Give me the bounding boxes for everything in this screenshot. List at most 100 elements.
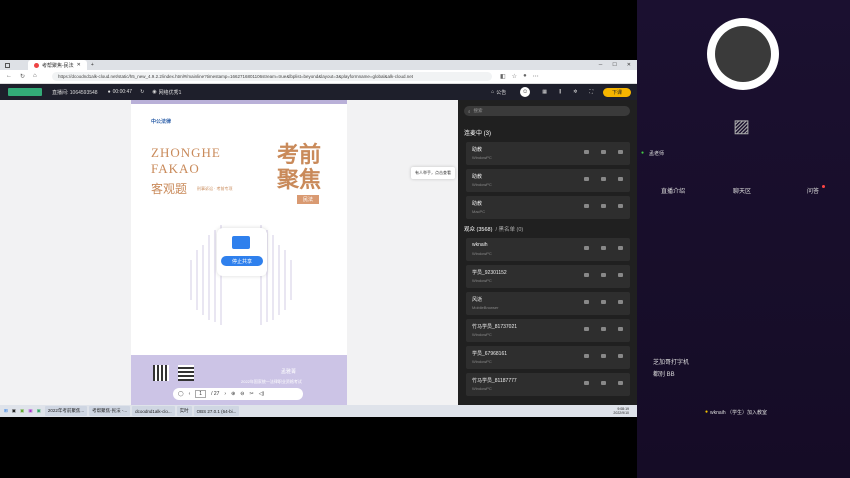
tab-intro[interactable]: 直播介绍 (661, 186, 685, 195)
members-icon[interactable]: ☺ (520, 87, 531, 97)
camera-icon[interactable] (601, 177, 606, 181)
profile-icon[interactable]: ● (523, 73, 527, 80)
layout-icon[interactable]: ▦ (542, 89, 547, 95)
mic-icon[interactable] (584, 273, 589, 277)
list-item[interactable]: 助教 WindowPC (466, 169, 630, 192)
next-page-icon[interactable]: › (224, 391, 226, 397)
search-placeholder: 搜索 (473, 108, 483, 113)
notice-button[interactable]: 公告 (496, 89, 506, 96)
network-status[interactable]: 网络优秀1 (159, 89, 182, 96)
member-name: 学员_92301152 (472, 270, 507, 276)
list-item[interactable]: 助教 MacPC (466, 196, 630, 219)
notice-icon[interactable]: ⌂ (491, 89, 494, 95)
audience-header[interactable]: 观众 (3568) (464, 225, 492, 233)
page-controls: ◯ ‹ 1 / 27 › ⊕ ⊖ ✂ ◁) (173, 388, 303, 400)
app-icon[interactable]: ▣ (20, 408, 24, 414)
taskbar-app[interactable]: OBS 27.0.1 (64-bi... (193, 406, 240, 416)
list-item[interactable]: 学员_92301152 WindowPC (466, 265, 630, 288)
list-item[interactable]: 竹马学员_81187777 WindowPC (466, 373, 630, 396)
back-icon[interactable]: ← (6, 73, 12, 80)
home-icon[interactable]: ⌂ (33, 73, 37, 80)
stop-share-button[interactable]: 停止共享 (221, 256, 263, 266)
zoom-out-icon[interactable]: ⊖ (240, 391, 244, 397)
star-icon[interactable]: ☆ (512, 73, 517, 80)
list-item[interactable]: 助教 WindowPC (466, 142, 630, 165)
subtitle-small: 刑事诉讼 · 考前专项 (197, 186, 233, 191)
more-icon[interactable] (618, 381, 623, 385)
sound-icon[interactable]: ◁) (259, 391, 265, 397)
maximize-icon[interactable]: ☐ (612, 62, 616, 68)
member-os: WindowPC (472, 182, 492, 187)
more-icon[interactable] (618, 273, 623, 277)
mic-icon[interactable] (584, 354, 589, 358)
bell-icon: ● (705, 409, 709, 415)
member-os: WindowPC (472, 359, 492, 364)
fullscreen-icon[interactable]: ⛶ (589, 89, 593, 95)
chat-icon[interactable]: ◯ (178, 391, 184, 397)
minimize-icon[interactable]: ─ (599, 62, 603, 68)
camera-icon[interactable] (601, 273, 606, 277)
taskbar-app[interactable]: 实时 (176, 406, 192, 416)
more-icon[interactable] (618, 246, 623, 250)
subtitle: 客观题 (151, 182, 188, 196)
close-icon[interactable]: ✕ (627, 62, 631, 68)
more-icon[interactable] (618, 150, 623, 154)
browser-tab-bar: 考帮聚焦-民法 ✕ + ─ ☐ ✕ (0, 60, 637, 70)
mic-icon[interactable] (584, 381, 589, 385)
list-item[interactable]: 学员_67968161 WindowPC (466, 346, 630, 369)
hand-raise-tooltip[interactable]: 有人举手，点击查看 (411, 167, 455, 179)
clock-date: 2022/9/10 (613, 411, 629, 415)
browser-tab[interactable]: 考帮聚焦-民法 ✕ (28, 60, 87, 70)
camera-icon[interactable] (601, 204, 606, 208)
window-icon[interactable] (5, 62, 10, 68)
camera-icon[interactable] (601, 150, 606, 154)
camera-icon[interactable] (601, 300, 606, 304)
mic-icon[interactable] (584, 177, 589, 181)
mic-icon[interactable] (584, 150, 589, 154)
cut-icon[interactable]: ✂ (249, 391, 253, 397)
app-icon[interactable]: ▣ (28, 408, 32, 414)
mic-icon[interactable] (584, 246, 589, 250)
more-icon[interactable] (618, 327, 623, 331)
more-icon[interactable] (618, 300, 623, 304)
more-icon[interactable] (618, 177, 623, 181)
menu-icon[interactable]: ⋯ (533, 73, 539, 80)
mic-icon[interactable] (584, 300, 589, 304)
tab-qa[interactable]: 问答 (807, 186, 819, 195)
camera-icon[interactable] (601, 327, 606, 331)
more-icon[interactable] (618, 354, 623, 358)
url-field[interactable]: https://dcoodnd1alk-cloud.net/static/h5_… (52, 72, 492, 81)
blacklist-tab[interactable]: / 黑名单 (0) (495, 225, 523, 233)
join-notice: ● wknaih （学生）加入教室 (705, 409, 767, 416)
camera-icon[interactable] (601, 354, 606, 358)
new-tab-icon[interactable]: + (91, 62, 94, 68)
refresh-icon[interactable]: ↻ (140, 89, 144, 95)
list-item[interactable]: 风逝 MobileBrowser (466, 292, 630, 315)
prev-page-icon[interactable]: ‹ (189, 391, 191, 397)
tab-chat[interactable]: 聊天区 (733, 186, 751, 195)
equalizer-icon[interactable]: ⫼ (559, 89, 561, 95)
mic-icon[interactable] (584, 204, 589, 208)
camera-off-icon[interactable]: ▨ (733, 116, 750, 137)
taskbar-app[interactable]: 考帮聚焦-民法 -... (89, 406, 131, 416)
refresh-icon[interactable]: ↻ (20, 73, 25, 80)
camera-icon[interactable] (601, 246, 606, 250)
more-icon[interactable] (618, 204, 623, 208)
list-item[interactable]: 竹马学员_81737021 WindowPC (466, 319, 630, 342)
audience-header-row: 观众 (3568) / 黑名单 (0) (464, 225, 523, 233)
extension-icon[interactable]: ◧ (500, 73, 506, 80)
settings-icon[interactable]: ✲ (573, 89, 577, 95)
taskbar-app[interactable]: 2022年考前聚焦... (44, 406, 88, 416)
start-icon[interactable]: ⊞ (4, 408, 8, 414)
file-explorer-icon[interactable]: ▣ (12, 408, 16, 414)
end-class-button[interactable]: 下课 (602, 87, 631, 97)
zoom-in-icon[interactable]: ⊕ (231, 391, 235, 397)
taskbar-app[interactable]: dcoodnd1alk-clo... (132, 406, 175, 416)
list-item[interactable]: wknaih WindowPC (466, 238, 630, 261)
search-input[interactable]: ⌕ 搜索 (464, 106, 630, 116)
app-icon[interactable]: ▣ (37, 408, 41, 414)
tab-close-icon[interactable]: ✕ (77, 62, 81, 68)
mic-icon[interactable] (584, 327, 589, 331)
camera-icon[interactable] (601, 381, 606, 385)
page-input[interactable]: 1 (195, 390, 207, 398)
